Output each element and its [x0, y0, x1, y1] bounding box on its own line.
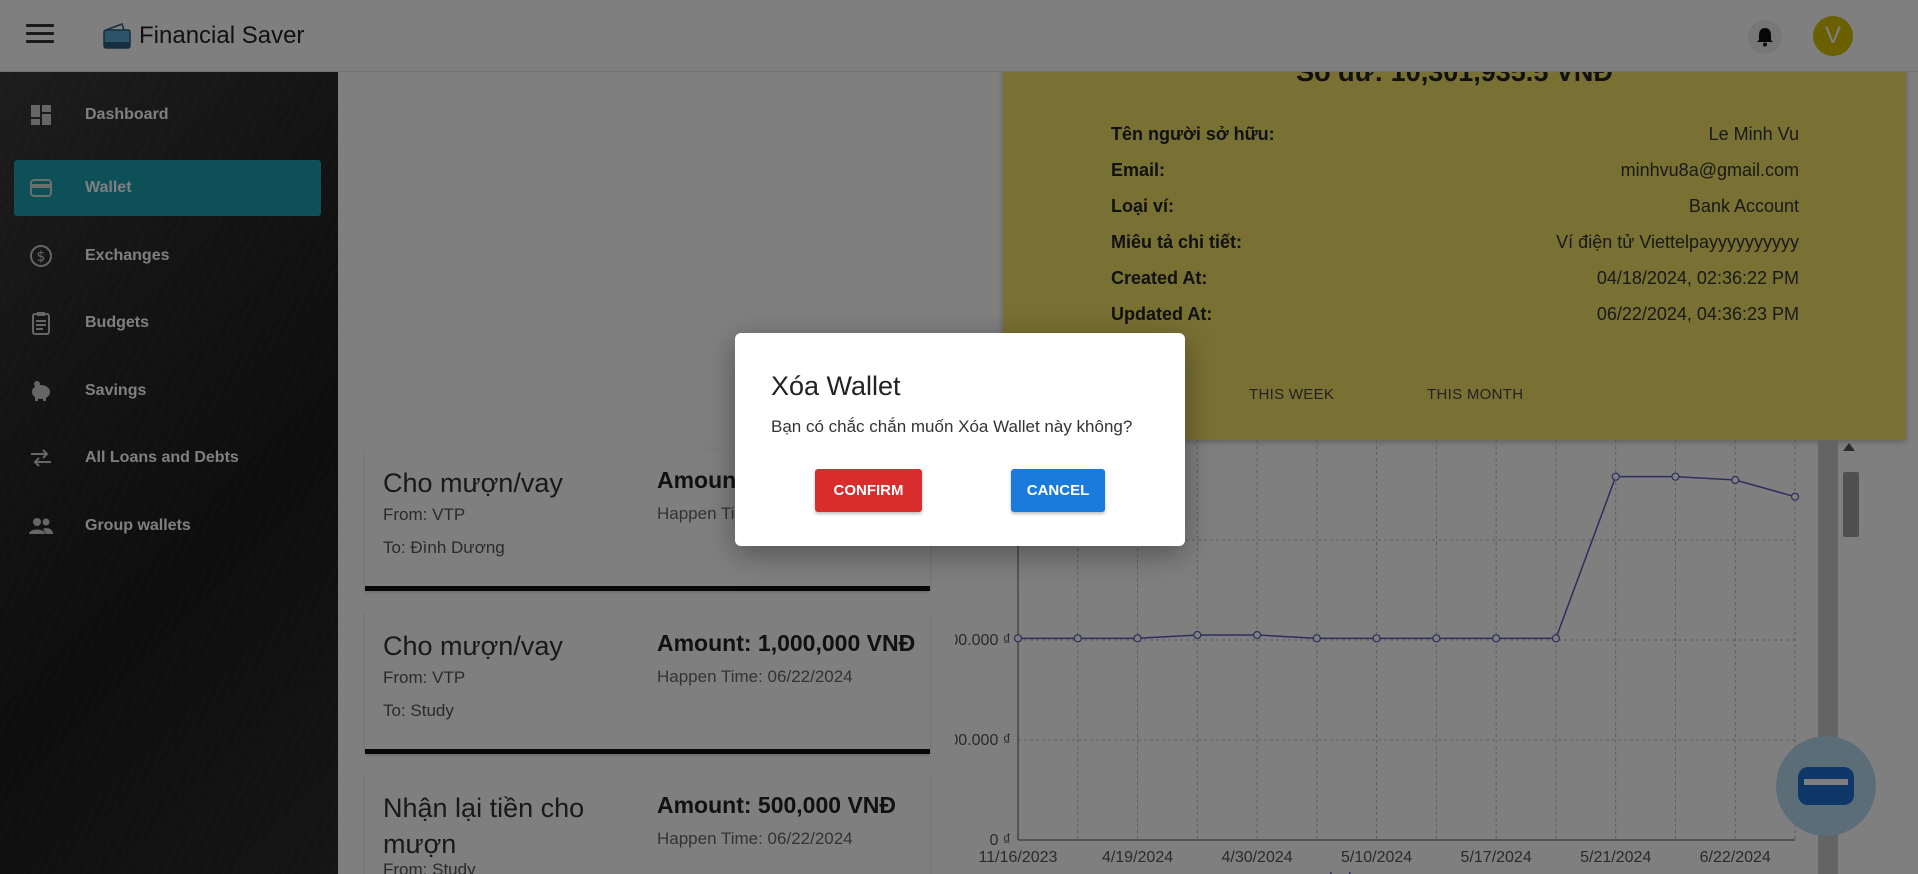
- cancel-button[interactable]: CANCEL: [1011, 469, 1105, 512]
- dialog-message: Bạn có chắc chắn muốn Xóa Wallet này khô…: [771, 417, 1133, 436]
- delete-wallet-dialog: Xóa Wallet Bạn có chắc chắn muốn Xóa Wal…: [735, 333, 1185, 546]
- dialog-title: Xóa Wallet: [771, 371, 901, 401]
- confirm-button[interactable]: CONFIRM: [815, 469, 922, 512]
